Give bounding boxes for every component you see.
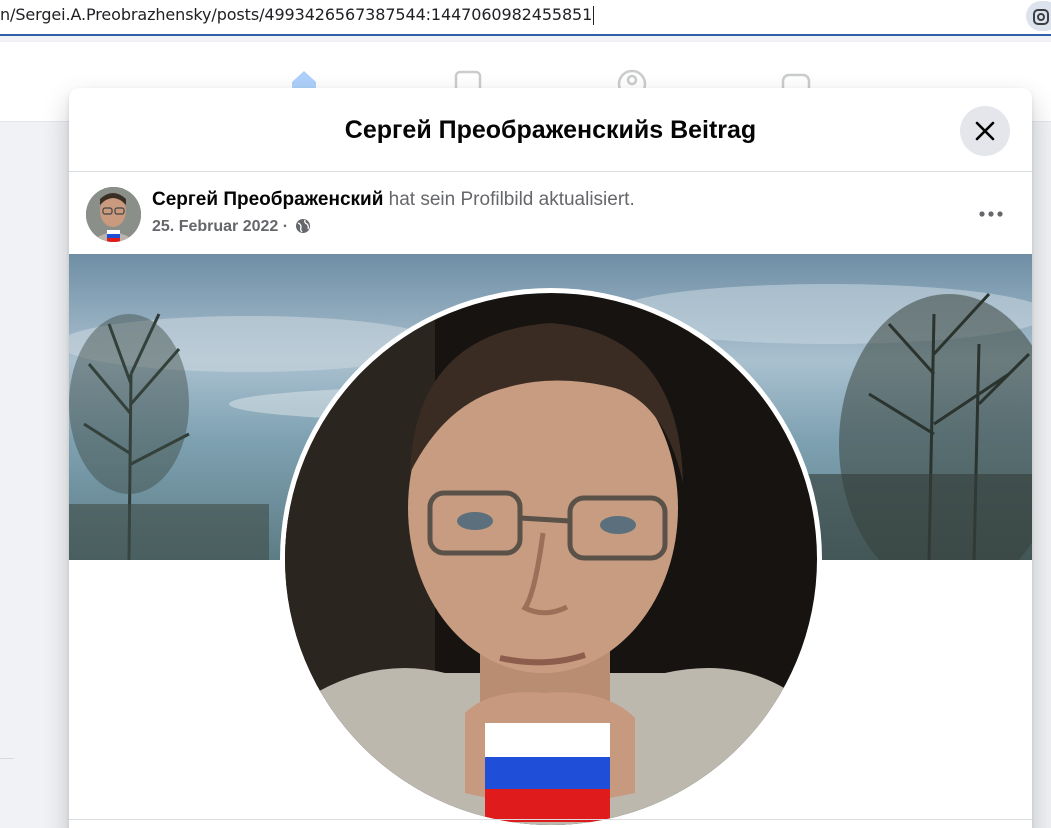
avatar-image [86,187,141,242]
post-author-line: Сергей Преображенский hat sein Profilbil… [152,189,635,211]
google-lens-button[interactable] [1026,1,1051,31]
avatar[interactable] [86,187,141,242]
dialog-header: Сергей Преображенскийs Beitrag [69,88,1032,172]
browser-address-bar[interactable]: n/Sergei.A.Preobrazhensky/posts/49934265… [0,0,1051,36]
text-caret [593,6,595,25]
profile-picture [285,293,817,825]
more-horizontal-icon[interactable] [969,199,1013,229]
globe-icon[interactable] [295,218,311,234]
lens-icon [1033,9,1049,25]
close-button[interactable] [960,106,1010,156]
divider [69,819,1032,820]
post-meta: 25. Februar 2022 · [152,218,311,236]
post-header: Сергей Преображенский hat sein Profilbil… [69,173,1032,253]
post-date-link[interactable]: 25. Februar 2022 [152,218,278,235]
profile-picture-frame[interactable] [280,288,822,828]
close-icon [975,121,995,141]
meta-separator: · [282,218,289,235]
divider [0,758,14,759]
profile-photo-image [285,293,817,825]
url-text[interactable]: n/Sergei.A.Preobrazhensky/posts/49934265… [0,5,595,25]
post-action-text: hat sein Profilbild aktualisiert. [388,189,635,210]
author-name-link[interactable]: Сергей Преображенский [152,189,383,210]
post-dialog: Сергей Преображенскийs Beitrag Сергей Пр… [69,88,1032,828]
dialog-title: Сергей Преображенскийs Beitrag [344,116,757,144]
